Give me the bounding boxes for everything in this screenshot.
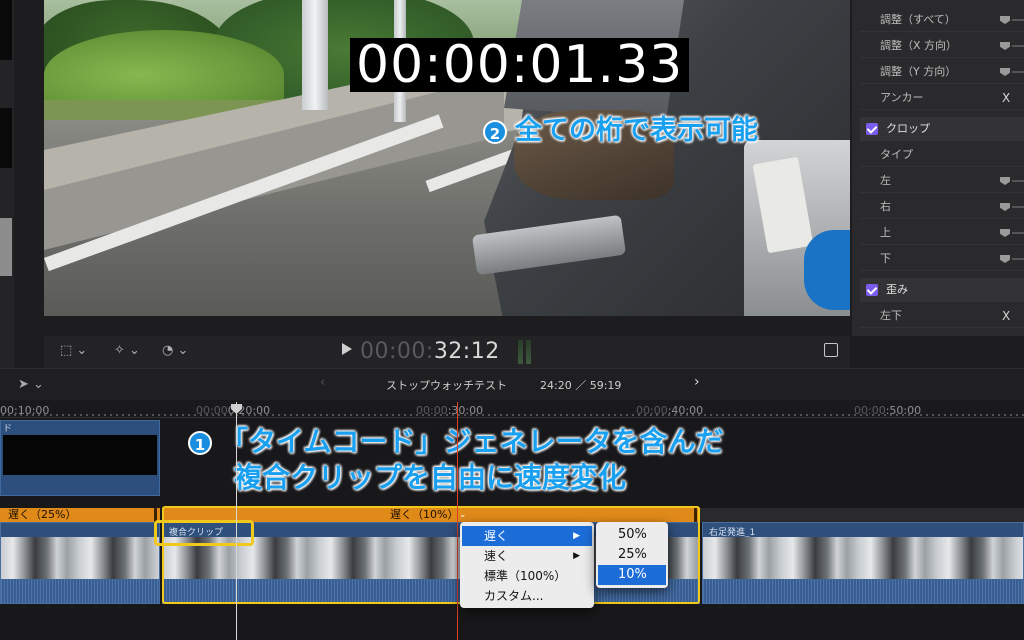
submenu-item-10[interactable]: 10% [598, 565, 666, 585]
fullscreen-icon[interactable] [824, 343, 838, 357]
crop-bottom-row[interactable]: 下 [860, 247, 1024, 271]
inspector-row-type[interactable]: タイプ [860, 143, 1024, 167]
skimmer [457, 402, 458, 640]
browser-thumbnail[interactable] [0, 218, 12, 276]
retime-handle[interactable] [694, 508, 697, 522]
project-duration: 24:20 ／ 59:19 [540, 379, 622, 392]
timeline-header: ➤ ⌄ ‹ ストップウォッチテスト 24:20 ／ 59:19 › [0, 368, 1024, 400]
menu-item-fast[interactable]: 速く ▶ [462, 546, 592, 566]
project-name: ストップウォッチテスト [386, 379, 507, 392]
crop-left-row[interactable]: 左 [860, 169, 1024, 193]
crop-top-row[interactable]: 上 [860, 221, 1024, 245]
menu-item-custom[interactable]: カスタム... [462, 586, 592, 606]
video-clip[interactable] [0, 522, 160, 604]
speed-bar-slow-25[interactable]: 遅く（25%） [0, 508, 160, 522]
callout-2: 2 全ての桁で表示可能 [483, 114, 758, 148]
browser-thumbnail[interactable] [0, 0, 12, 60]
callout-badge: 1 [188, 431, 212, 455]
distort-bottom-left-row[interactable]: 左下 X [860, 304, 1024, 328]
playhead[interactable] [236, 402, 237, 640]
browser-strip [0, 0, 14, 368]
retime-menu-icon[interactable]: ◔ ⌄ [162, 342, 188, 360]
retime-context-menu: 遅く ▶ 速く ▶ 標準（100%） カスタム... [460, 522, 594, 608]
enhance-menu-icon[interactable]: ✧ ⌄ [114, 342, 140, 360]
play-button[interactable] [342, 343, 352, 355]
browser-thumbnail[interactable] [0, 108, 12, 168]
audio-waveform [1, 579, 159, 603]
audio-waveform [703, 579, 1023, 603]
inspector-panel: 調整（すべて） 調整（X 方向） 調整（Y 方向） アンカー X クロップ タイプ… [852, 0, 1024, 336]
speed-menu-chevron-icon[interactable]: ⌄ [459, 510, 467, 520]
slider-handle-icon[interactable] [1000, 203, 1010, 211]
next-project-icon[interactable]: › [694, 374, 700, 390]
anchor-x-icon[interactable]: X [1002, 86, 1010, 110]
slider-handle-icon[interactable] [1000, 68, 1010, 76]
audio-meter [526, 340, 531, 364]
slider-handle-icon[interactable] [1000, 177, 1010, 185]
menu-item-normal[interactable]: 標準（100%） [462, 566, 592, 586]
submenu-arrow-icon: ▶ [573, 531, 580, 541]
bottom-left-x-icon[interactable]: X [1002, 304, 1010, 328]
submenu-arrow-icon: ▶ [573, 551, 580, 561]
menu-item-slow[interactable]: 遅く ▶ [462, 526, 592, 546]
previous-project-icon[interactable]: ‹ [320, 375, 325, 390]
inspector-row[interactable]: 調整（Y 方向） [860, 60, 1024, 84]
inspector-row[interactable]: 調整（X 方向） [860, 34, 1024, 58]
submenu-item-25[interactable]: 25% [598, 545, 666, 565]
video-clip[interactable]: 右足発進_1 [702, 522, 1024, 604]
connected-clip[interactable]: ド [0, 420, 160, 496]
compound-clip-label-highlight [154, 520, 254, 546]
slider-handle-icon[interactable] [1000, 42, 1010, 50]
callout-badge: 2 [483, 119, 507, 144]
slider-handle-icon[interactable] [1000, 229, 1010, 237]
crop-right-row[interactable]: 右 [860, 195, 1024, 219]
callout-text: 全ての桁で表示可能 [515, 115, 758, 146]
submenu-item-50[interactable]: 50% [598, 525, 666, 545]
timeline-ruler[interactable]: 00:10:00 00:000:20:00 00:00:30:00 00:00:… [0, 400, 1024, 418]
crop-checkbox[interactable] [866, 123, 878, 135]
callout-text: 複合クリップを自由に速度変化 [234, 461, 627, 494]
crop-section-header[interactable]: クロップ [860, 117, 1024, 141]
audio-meter [518, 340, 523, 364]
callout-text: 「タイムコード」ジェネレータを含んだ [220, 425, 724, 458]
final-cut-pro-window: 00:00:01.33 2 全ての桁で表示可能 ⬚ ⌄ ✧ ⌄ ◔ ⌄ 00:00… [0, 0, 1024, 640]
timecode-generator-overlay: 00:00:01.33 [350, 38, 690, 92]
distort-checkbox[interactable] [866, 284, 878, 296]
viewer-toolbar: ⬚ ⌄ ✧ ⌄ ◔ ⌄ 00:00:32:12 [44, 336, 850, 368]
slow-submenu: 50% 25% 10% [596, 522, 668, 588]
slider-handle-icon[interactable] [1000, 16, 1010, 24]
slider-handle-icon[interactable] [1000, 255, 1010, 263]
inspector-row-anchor[interactable]: アンカー X [860, 86, 1024, 110]
distort-section-header[interactable]: 歪み [860, 278, 1024, 302]
select-tool-icon[interactable]: ➤ ⌄ [18, 377, 44, 392]
inspector-row[interactable]: 調整（すべて） [860, 8, 1024, 32]
playback-timecode: 00:00:32:12 [360, 339, 500, 364]
transform-menu-icon[interactable]: ⬚ ⌄ [60, 342, 87, 360]
callout-1: 1 「タイムコード」ジェネレータを含んだ 複合クリップを自由に速度変化 [188, 424, 723, 496]
